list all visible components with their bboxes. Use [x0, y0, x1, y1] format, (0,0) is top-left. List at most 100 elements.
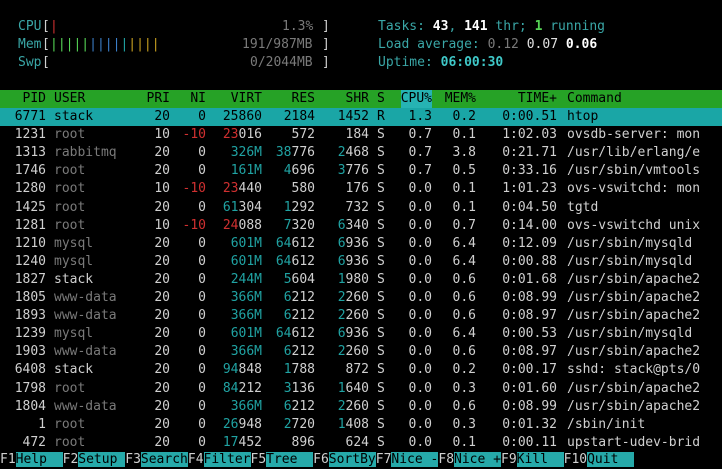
cell-cpu-percent: 0.0: [408, 199, 432, 215]
process-row[interactable]: 1798 root 20 0 84212 3136 1640 S 0.0 0.3 0:01.60/u…: [0, 380, 722, 398]
fkey-f8-label[interactable]: Nice +: [454, 452, 501, 467]
cell-cpu-percent: 0.0: [408, 217, 432, 233]
cell-nice: 0: [198, 163, 206, 179]
fkey-f9-label[interactable]: Kill: [516, 452, 564, 467]
column-header-res[interactable]: RES: [292, 90, 315, 108]
fkey-f4-label[interactable]: Filter: [203, 452, 251, 467]
cell-time: 0:01.60: [502, 380, 557, 396]
cell-virt: 24088: [222, 217, 262, 233]
fkey-f6-label[interactable]: SortBy: [328, 452, 376, 467]
cell-priority: 20: [154, 235, 170, 251]
cell-pid: 1280: [14, 181, 46, 197]
cell-nice: -10: [182, 217, 206, 233]
process-row[interactable]: 1 root 20 0 26948 2720 1408 S 0.0 0.3 0:01.32/sbin…: [0, 416, 722, 434]
process-row[interactable]: 1281 root 10 -10 24088 7320 6340 S 0.0 0.7 0:14.00…: [0, 217, 722, 235]
cell-nice: 0: [198, 362, 206, 378]
fkey-f4-key[interactable]: F4: [188, 452, 204, 467]
cell-state: S: [377, 145, 385, 161]
cell-res: 4696: [283, 163, 315, 179]
process-row[interactable]: 472 root 20 0 17452 896 624 S 0.0 0.1 0:00.11 upsta…: [0, 434, 722, 452]
column-header-virt[interactable]: VIRT: [231, 90, 262, 108]
cell-user: root: [54, 380, 86, 396]
cell-priority: 20: [154, 344, 170, 360]
process-row[interactable]: 6408 stack 20 0 94848 1788 872 S 0.0 0.2 0:00.17 ss…: [0, 361, 722, 379]
process-row[interactable]: 1903 www-data 20 0 366M 6212 2260 S 0.0 0.6 0:08.9…: [0, 343, 722, 361]
cell-command: /usr/sbin/mysqld: [567, 235, 693, 251]
fkey-f7-key[interactable]: F7: [376, 452, 392, 467]
column-header-nice[interactable]: NI: [190, 90, 206, 108]
cell-time: 0:00.88: [502, 253, 557, 269]
column-header-mem-percent[interactable]: MEM%: [445, 90, 476, 108]
fkey-f5-label[interactable]: Tree: [266, 452, 314, 467]
process-row[interactable]: 1805 www-data 20 0 366M 6212 2260 S 0.0 0.6 0:08.9…: [0, 289, 722, 307]
process-row[interactable]: 1210 mysql 20 0 601M 64612 6936 S 0.0 6.4 0:12.09 /…: [0, 235, 722, 253]
fkey-f6-key[interactable]: F6: [313, 452, 329, 467]
process-row[interactable]: 1425 root 20 0 61304 1292 732 S 0.0 0.1 0:04.50 tgt…: [0, 199, 722, 217]
cell-pid: 1804: [14, 398, 46, 414]
cell-user: mysql: [54, 253, 94, 269]
cell-virt: 23440: [222, 181, 262, 197]
fkey-f8-key[interactable]: F8: [438, 452, 454, 467]
column-header-shr[interactable]: SHR: [346, 90, 369, 108]
column-header-priority[interactable]: PRI: [147, 90, 170, 108]
cell-shr: 6340: [337, 217, 369, 233]
cell-time: 0:00.11: [502, 434, 557, 450]
fkey-f1-key[interactable]: F1: [0, 452, 16, 467]
cell-nice: 0: [198, 344, 206, 360]
column-header-command[interactable]: Command: [567, 90, 622, 108]
process-row[interactable]: 1827 stack 20 0 244M 5604 1980 S 0.0 0.6 0:01.68/u…: [0, 271, 722, 289]
process-row[interactable]: 6771 stack 20 0 25860 2184 1452 R 1.3 0.2 0:00.51 h…: [0, 108, 722, 126]
cell-shr: 1640: [337, 380, 369, 396]
cell-mem-percent: 0.1: [452, 199, 476, 215]
cell-mem-percent: 0.6: [452, 290, 476, 305]
cell-nice: 0: [198, 326, 206, 342]
column-header-pid[interactable]: PID: [23, 90, 46, 108]
cell-user: stack: [54, 109, 94, 124]
cell-virt: 61304: [222, 199, 262, 215]
uptime: Uptime: 06:00:30: [0, 54, 722, 72]
fkey-f5-key[interactable]: F5: [251, 452, 267, 467]
fkey-f10-key[interactable]: F10: [564, 452, 587, 467]
cell-virt: 366M: [230, 308, 262, 324]
cell-user: root: [54, 181, 86, 197]
cell-priority: 20: [154, 308, 170, 324]
fkey-f3-key[interactable]: F3: [125, 452, 141, 467]
process-row[interactable]: 1231 root 10 -10 23016 572 184 S 0.7 0.1 1:02.03 ov…: [0, 126, 722, 144]
load-5min: 0.07: [526, 37, 559, 52]
process-row[interactable]: 1893 www-data 20 0 366M 6212 2260 S 0.0 0.6 0:08.9…: [0, 307, 722, 325]
cell-mem-percent: 6.4: [452, 253, 476, 269]
cell-pid: 1827: [14, 271, 46, 287]
process-row[interactable]: 1240 mysql 20 0 601M 64612 6936 S 0.0 6.4 0:00.88 /…: [0, 253, 722, 271]
fkey-f10-label[interactable]: Quit: [587, 452, 635, 467]
fkey-f3-label[interactable]: Search: [140, 452, 188, 467]
cell-priority: 20: [154, 398, 170, 414]
cell-cpu-percent: 1.3: [408, 109, 432, 124]
column-header-state[interactable]: S: [377, 90, 385, 108]
column-header-user[interactable]: USER: [54, 90, 85, 108]
fkey-f7-label[interactable]: Nice -: [391, 452, 439, 467]
cell-res: 6212: [283, 290, 315, 305]
process-row[interactable]: 1746 root 20 0 161M 4696 3776 S 0.7 0.5 0:33.16/us…: [0, 162, 722, 180]
fkey-f1-label[interactable]: Help: [15, 452, 63, 467]
cell-res: 5604: [283, 271, 315, 287]
fkey-f2-key[interactable]: F2: [63, 452, 79, 467]
process-row[interactable]: 1280 root 10 -10 23440 580 176 S 0.0 0.1 1:01.23 ov…: [0, 180, 722, 198]
cell-mem-percent: 0.7: [452, 217, 476, 233]
cell-cpu-percent: 0.0: [408, 235, 432, 251]
process-row[interactable]: 1239 mysql 20 0 601M 64612 6936 S 0.0 6.4 0:00.53 /…: [0, 325, 722, 343]
process-row[interactable]: 1313 rabbitmq 20 0 326M 38776 2468 S 0.7 3.8 0:21.…: [0, 144, 722, 162]
process-row[interactable]: 1804 www-data 20 0 366M 6212 2260 S 0.0 0.6 0:08.9…: [0, 398, 722, 416]
tasks-summary: Tasks: 43, 141 thr; 1 running: [0, 18, 722, 36]
cell-priority: 20: [154, 199, 170, 215]
column-header-time[interactable]: TIME+: [518, 90, 557, 108]
cell-state: S: [377, 163, 385, 179]
cell-user: root: [54, 416, 86, 432]
fkey-f2-label[interactable]: Setup: [78, 452, 126, 467]
column-header-cpu-percent[interactable]: CPU%: [400, 90, 432, 109]
cell-virt: 17452: [222, 434, 262, 450]
cell-mem-percent: 6.4: [452, 326, 476, 342]
cell-shr: 2260: [337, 290, 369, 305]
fkey-f9-key[interactable]: F9: [501, 452, 517, 467]
cell-res: 2184: [283, 109, 315, 124]
cell-nice: 0: [198, 290, 206, 305]
